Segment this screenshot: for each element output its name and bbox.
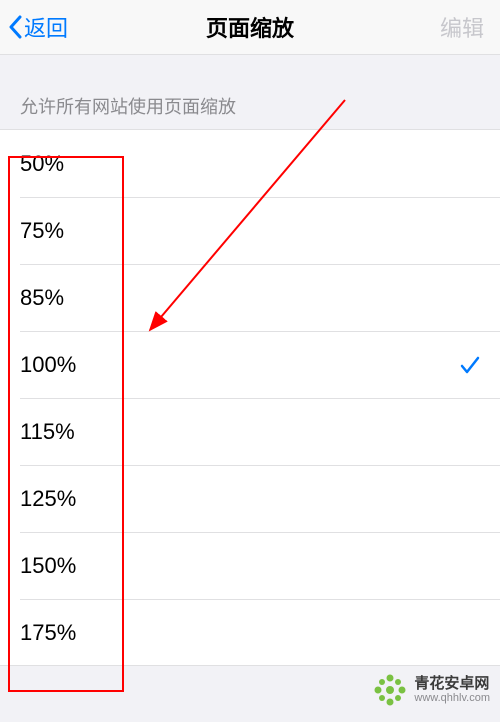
back-button[interactable]: 返回 xyxy=(8,11,68,43)
zoom-option-label: 115% xyxy=(20,419,75,445)
checkmark-icon xyxy=(458,353,482,377)
zoom-option-row[interactable]: 50% xyxy=(0,130,500,197)
zoom-option-label: 175% xyxy=(20,620,76,646)
zoom-option-row[interactable]: 100% xyxy=(0,331,500,398)
zoom-option-row[interactable]: 75% xyxy=(0,197,500,264)
zoom-options-list: 50% 75% 85% 100% 115% 125% 150% 175% xyxy=(0,129,500,666)
chevron-left-icon xyxy=(8,15,22,39)
page-title: 页面缩放 xyxy=(206,11,294,43)
zoom-option-label: 50% xyxy=(20,151,64,177)
zoom-option-label: 125% xyxy=(20,486,76,512)
back-label: 返回 xyxy=(24,11,68,43)
watermark-text: 青花安卓网 www.qhhlv.com xyxy=(414,676,490,705)
navigation-bar: 返回 页面缩放 编辑 xyxy=(0,0,500,55)
zoom-option-label: 100% xyxy=(20,352,76,378)
zoom-option-row[interactable]: 115% xyxy=(0,398,500,465)
zoom-option-row[interactable]: 150% xyxy=(0,532,500,599)
zoom-option-label: 75% xyxy=(20,218,64,244)
zoom-option-label: 85% xyxy=(20,285,64,311)
zoom-option-row[interactable]: 175% xyxy=(0,599,500,666)
edit-button: 编辑 xyxy=(440,11,492,43)
zoom-option-label: 150% xyxy=(20,553,76,579)
zoom-option-row[interactable]: 85% xyxy=(0,264,500,331)
watermark-logo-icon xyxy=(372,672,408,708)
watermark-url: www.qhhlv.com xyxy=(414,692,490,704)
watermark-brand: 青花安卓网 xyxy=(414,676,490,693)
zoom-option-row[interactable]: 125% xyxy=(0,465,500,532)
watermark: 青花安卓网 www.qhhlv.com xyxy=(372,672,490,708)
section-header: 允许所有网站使用页面缩放 xyxy=(0,55,500,129)
